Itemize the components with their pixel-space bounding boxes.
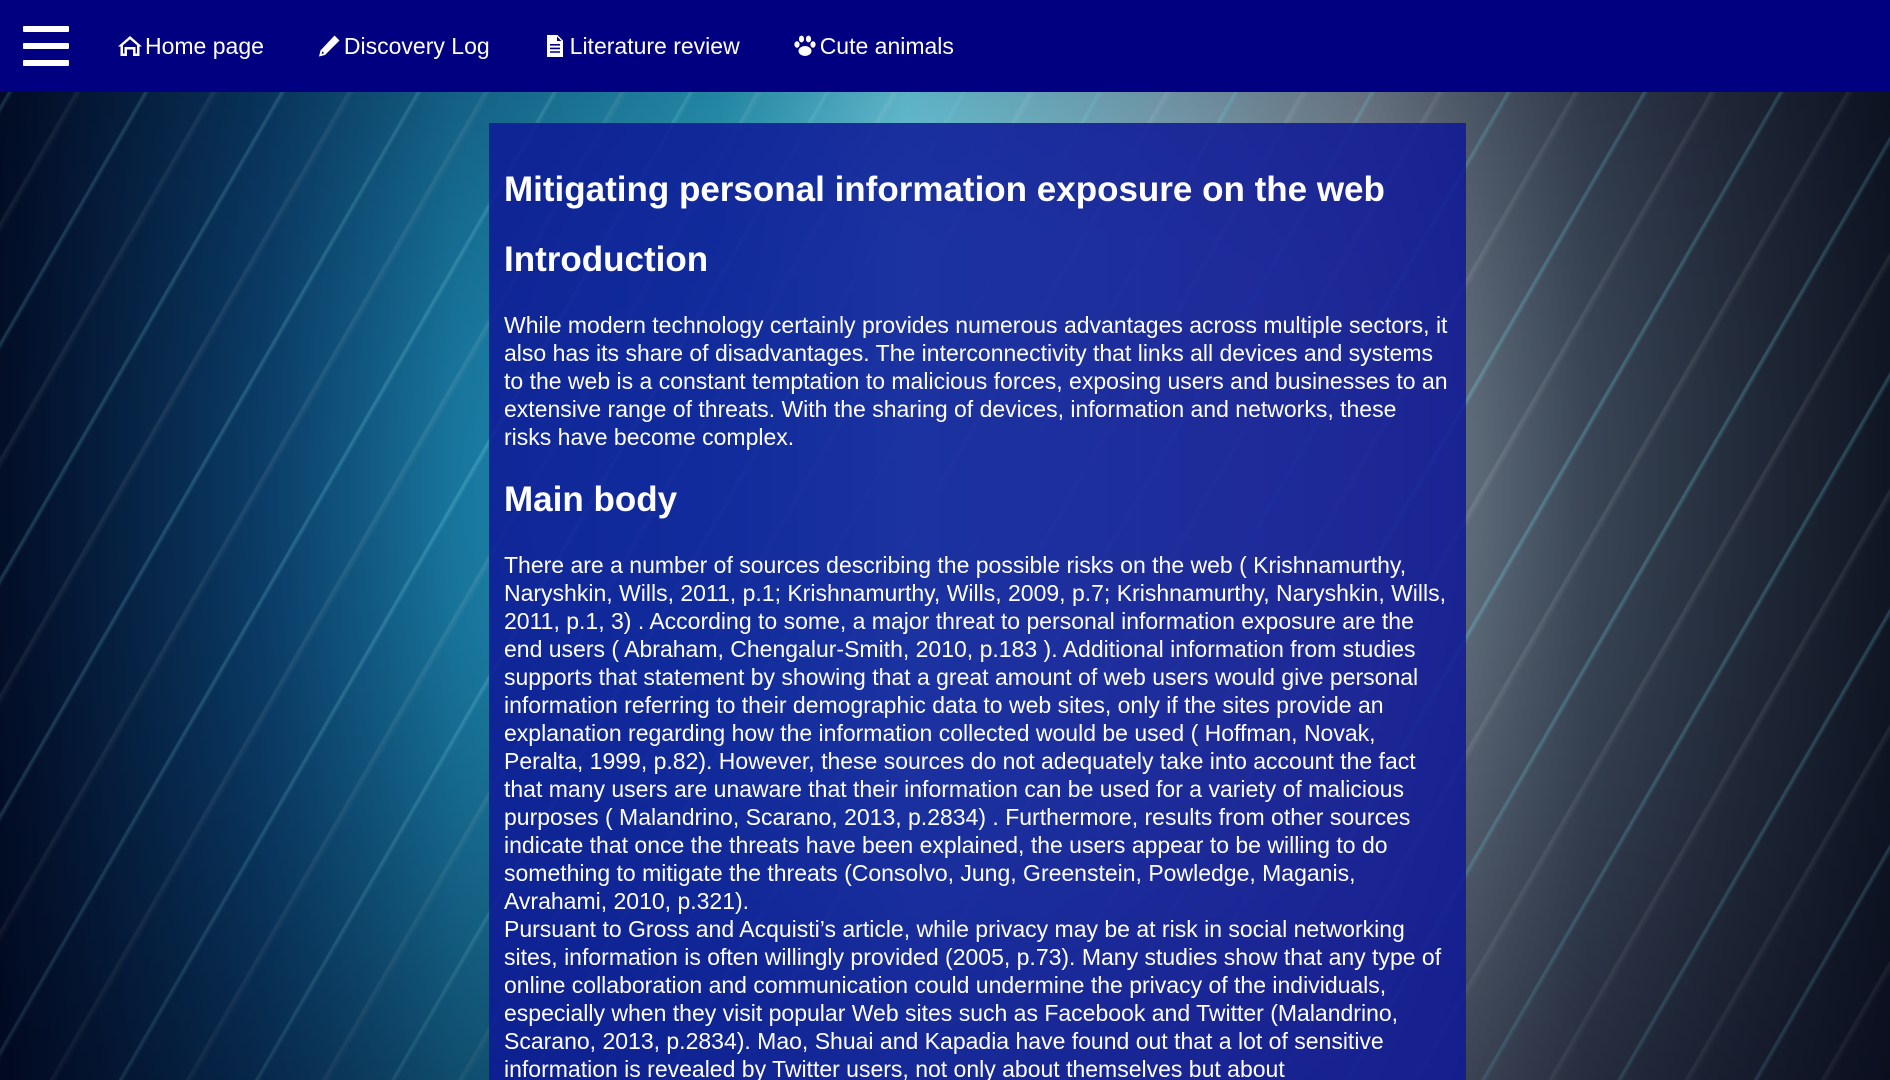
hamburger-menu-icon[interactable]: [23, 26, 69, 66]
nav-discovery-log[interactable]: Discovery Log: [316, 33, 490, 60]
nav-discovery-log-label: Discovery Log: [343, 32, 490, 59]
article-panel: Mitigating personal information exposure…: [489, 123, 1466, 1080]
nav-literature-review-label: Literature review: [569, 32, 740, 59]
introduction-heading: Introduction: [504, 240, 709, 279]
nav-home-page-label: Home page: [145, 32, 264, 59]
nav-cute-animals-label: Cute animals: [819, 32, 954, 59]
nav-home-page[interactable]: Home page: [117, 33, 264, 60]
main-body-paragraph-1: There are a number of sources describing…: [504, 552, 1447, 914]
nav-literature-review[interactable]: Literature review: [542, 33, 740, 60]
introduction-paragraph: While modern technology certainly provid…: [504, 312, 1448, 450]
home-icon: [118, 36, 142, 56]
document-icon: [546, 35, 563, 57]
paw-icon: [794, 35, 816, 56]
top-navbar: Home page Discovery Log Literature revie…: [0, 0, 1890, 92]
main-body-paragraph-2: Pursuant to Gross and Acquisti’s article…: [504, 916, 1442, 1080]
nav-cute-animals[interactable]: Cute animals: [792, 33, 954, 60]
page-title: Mitigating personal information exposure…: [504, 170, 1385, 209]
pencil-icon: [318, 35, 340, 57]
main-body-heading: Main body: [504, 480, 678, 519]
